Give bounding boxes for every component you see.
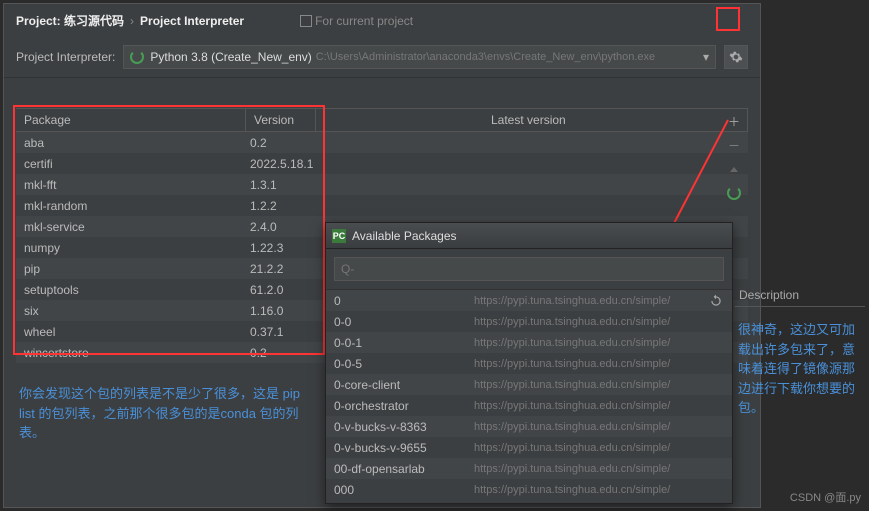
available-url: https://pypi.tuna.tsinghua.edu.cn/simple… [474, 358, 724, 370]
available-item[interactable]: 000https://pypi.tuna.tsinghua.edu.cn/sim… [326, 479, 732, 500]
table-row[interactable]: certifi2022.5.18.1 [16, 153, 748, 174]
for-current-project: For current project [300, 14, 413, 28]
description-panel: Description [735, 222, 865, 292]
package-name: aba [16, 136, 246, 150]
package-version: 0.2 [246, 136, 316, 150]
available-url: https://pypi.tuna.tsinghua.edu.cn/simple… [474, 295, 724, 307]
refresh-icon [709, 294, 723, 308]
available-name: 0-v-bucks-v-8363 [334, 420, 474, 434]
available-item[interactable]: 0-0https://pypi.tuna.tsinghua.edu.cn/sim… [326, 311, 732, 332]
table-header: Package Version Latest version [16, 108, 748, 132]
description-label: Description [735, 222, 865, 307]
available-item[interactable]: 00-df-opensarlabhttps://pypi.tuna.tsingh… [326, 458, 732, 479]
available-name: 0-v-bucks-v-9655 [334, 441, 474, 455]
available-list[interactable]: 0https://pypi.tuna.tsinghua.edu.cn/simpl… [326, 290, 732, 500]
search-input[interactable] [334, 257, 724, 281]
package-name: six [16, 304, 246, 318]
package-version: 1.22.3 [246, 241, 316, 255]
package-version: 0.37.1 [246, 325, 316, 339]
interpreter-row: Project Interpreter: Python 3.8 (Create_… [4, 37, 760, 78]
table-row[interactable]: mkl-fft1.3.1 [16, 174, 748, 195]
available-url: https://pypi.tuna.tsinghua.edu.cn/simple… [474, 337, 724, 349]
package-name: mkl-random [16, 199, 246, 213]
package-version: 21.2.2 [246, 262, 316, 276]
package-name: mkl-service [16, 220, 246, 234]
available-name: 0-orchestrator [334, 399, 474, 413]
search-bar [326, 249, 732, 290]
dialog-titlebar[interactable]: PC Available Packages [326, 223, 732, 249]
available-url: https://pypi.tuna.tsinghua.edu.cn/simple… [474, 379, 724, 391]
link-icon [300, 15, 312, 27]
available-name: 00-df-opensarlab [334, 462, 474, 476]
package-name: setuptools [16, 283, 246, 297]
package-version: 0.2 [246, 346, 316, 360]
interpreter-dropdown[interactable]: Python 3.8 (Create_New_env) C:\Users\Adm… [123, 45, 716, 69]
available-item[interactable]: 0-0-5https://pypi.tuna.tsinghua.edu.cn/s… [326, 353, 732, 374]
interpreter-label: Project Interpreter: [16, 50, 115, 64]
upgrade-package-button[interactable] [722, 157, 746, 181]
package-name: mkl-fft [16, 178, 246, 192]
spinner-icon [727, 186, 741, 200]
package-name: numpy [16, 241, 246, 255]
python-icon [130, 50, 144, 64]
available-item[interactable]: 0-orchestratorhttps://pypi.tuna.tsinghua… [326, 395, 732, 416]
remove-package-button[interactable]: － [722, 133, 746, 157]
loading-indicator [722, 181, 746, 205]
available-packages-dialog: PC Available Packages 0https://pypi.tuna… [325, 222, 733, 504]
available-name: 000 [334, 483, 474, 497]
annotation-right: 很神奇，这边又可加载出许多包来了，意味着连得了镜像源那边进行下载你想要的包。 [738, 320, 863, 418]
breadcrumb: Project: 练习源代码 › Project Interpreter For… [4, 4, 760, 37]
package-version: 2.4.0 [246, 220, 316, 234]
refresh-button[interactable] [704, 289, 728, 313]
available-url: https://pypi.tuna.tsinghua.edu.cn/simple… [474, 442, 724, 454]
package-version: 1.16.0 [246, 304, 316, 318]
package-version: 1.2.2 [246, 199, 316, 213]
available-url: https://pypi.tuna.tsinghua.edu.cn/simple… [474, 421, 724, 433]
gear-icon [729, 50, 743, 64]
watermark: CSDN @面.py [790, 489, 861, 505]
available-item[interactable]: 0-v-bucks-v-9655https://pypi.tuna.tsingh… [326, 437, 732, 458]
available-name: 0-core-client [334, 378, 474, 392]
available-item[interactable]: 0-0-1https://pypi.tuna.tsinghua.edu.cn/s… [326, 332, 732, 353]
project-label: Project: 练习源代码 [16, 12, 124, 29]
annotation-left: 你会发现这个包的列表是不是少了很多，这是 pip list 的包列表，之前那个很… [19, 384, 319, 443]
available-url: https://pypi.tuna.tsinghua.edu.cn/simple… [474, 400, 724, 412]
chevron-down-icon: ▾ [703, 50, 709, 64]
available-name: 0-0 [334, 315, 474, 329]
package-version: 2022.5.18.1 [246, 157, 316, 171]
available-url: https://pypi.tuna.tsinghua.edu.cn/simple… [474, 463, 724, 475]
available-url: https://pypi.tuna.tsinghua.edu.cn/simple… [474, 484, 724, 496]
package-name: wheel [16, 325, 246, 339]
available-name: 0-0-5 [334, 357, 474, 371]
package-name: certifi [16, 157, 246, 171]
dialog-title: Available Packages [352, 229, 457, 243]
settings-gear-button[interactable] [724, 45, 748, 69]
col-version[interactable]: Version [246, 109, 316, 131]
package-version: 1.3.1 [246, 178, 316, 192]
package-name: pip [16, 262, 246, 276]
interpreter-path: C:\Users\Administrator\anaconda3\envs\Cr… [316, 51, 655, 63]
breadcrumb-separator: › [130, 14, 134, 28]
package-version: 61.2.0 [246, 283, 316, 297]
table-row[interactable]: aba0.2 [16, 132, 748, 153]
available-url: https://pypi.tuna.tsinghua.edu.cn/simple… [474, 316, 724, 328]
package-name: wincertstore [16, 346, 246, 360]
package-toolbar: ＋ － [722, 109, 746, 205]
available-item[interactable]: 0-core-clienthttps://pypi.tuna.tsinghua.… [326, 374, 732, 395]
table-row[interactable]: mkl-random1.2.2 [16, 195, 748, 216]
add-package-button[interactable]: ＋ [722, 109, 746, 133]
available-name: 0 [334, 294, 474, 308]
interpreter-name: Python 3.8 (Create_New_env) [150, 50, 311, 64]
col-latest[interactable]: Latest version [316, 109, 748, 131]
available-item[interactable]: 0https://pypi.tuna.tsinghua.edu.cn/simpl… [326, 290, 732, 311]
pycharm-icon: PC [332, 229, 346, 243]
breadcrumb-page: Project Interpreter [140, 14, 244, 28]
available-item[interactable]: 0-v-bucks-v-8363https://pypi.tuna.tsingh… [326, 416, 732, 437]
col-package[interactable]: Package [16, 109, 246, 131]
available-name: 0-0-1 [334, 336, 474, 350]
